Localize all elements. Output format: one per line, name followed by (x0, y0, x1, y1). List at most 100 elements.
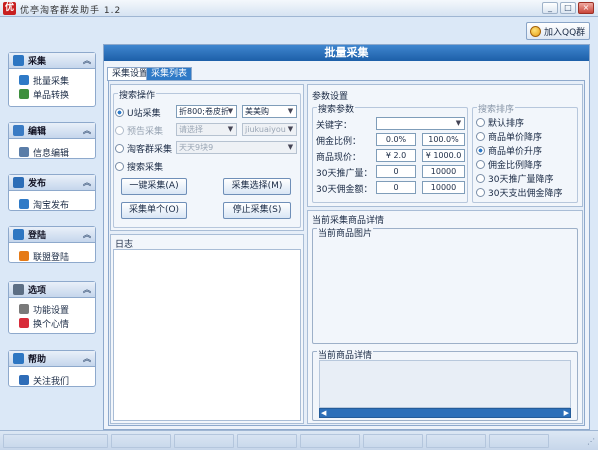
chevron-down-icon: ▼ (287, 125, 294, 133)
status-cell (363, 434, 423, 448)
taoke-group-combo[interactable]: 天天9块9 ▼ (176, 141, 297, 154)
radio-label: 预告采集 (127, 127, 164, 137)
stop-collect-button[interactable]: 停止采集(S) (223, 202, 291, 219)
group-icon (13, 284, 24, 295)
collect-all-button[interactable]: 一键采集(A) (121, 178, 187, 195)
sort-option[interactable]: 默认排序 (476, 115, 562, 129)
qq-penguin-icon (530, 25, 541, 37)
sidebar-item[interactable]: 信息编辑 (9, 145, 95, 159)
sidebar-item-icon (19, 147, 29, 157)
promo-volume-min[interactable]: 0 (376, 165, 416, 178)
collect-single-button[interactable]: 采集单个(O) (121, 202, 187, 219)
collapse-chevron-icon[interactable]: ︽ (83, 55, 91, 66)
commission-amount-max[interactable]: 10000 (422, 181, 465, 194)
promo-volume-max[interactable]: 10000 (422, 165, 465, 178)
sort-option-label: 商品单价降序 (488, 132, 543, 143)
horizontal-scrollbar[interactable]: ◀ ▶ (319, 408, 571, 418)
collapse-chevron-icon[interactable]: ︽ (83, 353, 91, 364)
u-site-source-combo[interactable]: 折800;卷皮折 ▼ (176, 105, 237, 118)
sidebar-item[interactable]: 批量采集 (9, 73, 95, 87)
sidebar-item-label: 关注我们 (33, 376, 70, 387)
sidebar-item-icon (19, 75, 29, 85)
sidebar-item[interactable]: 单品转换 (9, 87, 95, 101)
chevron-down-icon: ▼ (227, 107, 234, 115)
sort-option[interactable]: 30天支出佣金降序 (476, 185, 562, 199)
window-title: 优亭淘客群发助手 1.2 (20, 6, 122, 16)
keyword-label: 关键字： (316, 121, 353, 131)
keyword-input[interactable]: ▼ (376, 117, 465, 130)
status-cell (3, 434, 108, 448)
sidebar-item[interactable]: 关注我们 (9, 373, 95, 387)
close-button[interactable]: × (578, 2, 594, 14)
sidebar-group-3: 登陆 ︽ 联盟登陆 (8, 226, 96, 263)
sidebar-item-label: 联盟登陆 (33, 252, 70, 263)
tab-collect-list[interactable]: 采集列表 (146, 67, 193, 81)
commission-amount-min[interactable]: 0 (376, 181, 416, 194)
sort-options: 默认排序商品单价降序 商品单价升序 佣金比例降序 30天推广量降序 30天支出佣金降序 (476, 115, 562, 199)
collect-selected-button[interactable]: 采集选择(M) (223, 178, 291, 195)
sort-option[interactable]: 商品单价升序 (476, 143, 562, 157)
sidebar-group-2: 发布 ︽ 淘宝发布 (8, 174, 96, 211)
radio-label: 淘客群采集 (127, 145, 173, 155)
radio-dot (115, 162, 124, 171)
chevron-down-icon: ▼ (227, 125, 234, 133)
sidebar-group-header[interactable]: 登陆 ︽ (9, 227, 95, 243)
page-title: 批量采集 (104, 45, 589, 61)
scroll-left-icon[interactable]: ◀ (321, 409, 326, 417)
sidebar-group-header[interactable]: 采集 ︽ (9, 53, 95, 69)
product-detail-area (319, 360, 571, 408)
sidebar-group-title: 编辑 (28, 127, 47, 137)
sort-option[interactable]: 佣金比例降序 (476, 157, 562, 171)
sort-option-label: 30天支出佣金降序 (488, 188, 563, 199)
collapse-chevron-icon[interactable]: ︽ (83, 177, 91, 188)
radio-search-collect[interactable]: 搜索采集 (115, 160, 163, 173)
join-qq-group-button[interactable]: 加入QQ群 (526, 22, 590, 40)
radio-taoke-group[interactable]: 淘客群采集 (115, 142, 172, 155)
sort-group-title: 搜索排序 (477, 102, 516, 115)
sidebar-group-header[interactable]: 发布 ︽ (9, 175, 95, 191)
radio-label: 搜索采集 (127, 163, 164, 173)
resize-grip-icon[interactable]: ⋰ (587, 437, 595, 446)
price-min[interactable]: ¥ 2.0 (376, 149, 416, 162)
log-panel: 日志 (110, 234, 304, 424)
commission-amount-label: 30天佣金额： (316, 185, 373, 195)
commission-rate-min[interactable]: 0.0% (376, 133, 416, 146)
sidebar-item[interactable]: 功能设置 (9, 302, 95, 316)
status-cell (174, 434, 234, 448)
preview-select-combo[interactable]: 请选择 ▼ (176, 123, 237, 136)
sidebar-item[interactable]: 联盟登陆 (9, 249, 95, 263)
sidebar-item[interactable]: 换个心情 (9, 316, 95, 330)
u-site-platform-combo[interactable]: 美美购 ▼ (242, 105, 297, 118)
collapse-chevron-icon[interactable]: ︽ (83, 229, 91, 240)
collapse-chevron-icon[interactable]: ︽ (83, 284, 91, 295)
commission-rate-max[interactable]: 100.0% (422, 133, 465, 146)
radio-preview[interactable]: 预告采集 (115, 124, 163, 137)
radio-u-site[interactable]: U站采集 (115, 106, 161, 119)
sidebar-group-title: 选项 (28, 286, 47, 296)
radio-dot (476, 117, 485, 127)
sidebar-group-5: 帮助 ︽ 关注我们 (8, 350, 96, 387)
minimize-button[interactable]: _ (542, 2, 558, 14)
maximize-button[interactable]: □ (560, 2, 576, 14)
sidebar-item-icon (19, 251, 29, 261)
sidebar-group-header[interactable]: 编辑 ︽ (9, 123, 95, 139)
log-textarea[interactable] (113, 249, 301, 421)
sidebar-group-1: 编辑 ︽ 信息编辑 (8, 122, 96, 159)
radio-dot (476, 131, 485, 141)
scroll-right-icon[interactable]: ▶ (564, 409, 569, 417)
preview-site-combo[interactable]: jiukuaiyou ▼ (242, 123, 297, 136)
sidebar-item[interactable]: 淘宝发布 (9, 197, 95, 211)
sidebar-group-title: 发布 (28, 179, 47, 189)
sidebar-group-header[interactable]: 帮助 ︽ (9, 351, 95, 367)
main-panel: 批量采集 采集设置 采集列表 搜索操作 U站采集 折800;卷皮折 ▼ 美美购 ▼ … (103, 44, 590, 430)
sort-option-label: 商品单价升序 (488, 146, 543, 157)
sort-option[interactable]: 30天推广量降序 (476, 171, 562, 185)
sort-option[interactable]: 商品单价降序 (476, 129, 562, 143)
chevron-down-icon: ▼ (287, 143, 294, 151)
radio-dot (115, 108, 124, 117)
sidebar-group-header[interactable]: 选项 ︽ (9, 282, 95, 298)
radio-dot (476, 145, 485, 155)
collapse-chevron-icon[interactable]: ︽ (83, 125, 91, 136)
sort-option-label: 佣金比例降序 (488, 160, 543, 171)
price-max[interactable]: ¥ 1000.0 (422, 149, 465, 162)
